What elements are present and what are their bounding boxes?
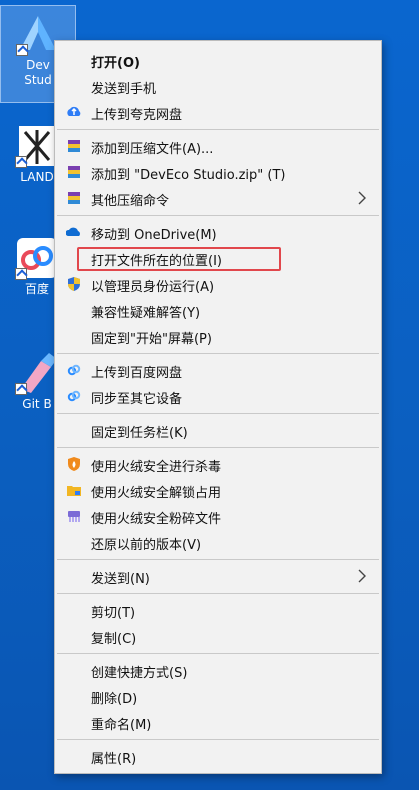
menu-item-move-to-onedrive[interactable]: 移动到 OneDrive(M) <box>55 219 381 245</box>
menu-item-huorong-shred[interactable]: 使用火绒安全粉碎文件 <box>55 503 381 529</box>
winrar-icon <box>66 138 82 154</box>
uac-shield-icon <box>66 276 82 292</box>
menu-separator <box>57 739 379 740</box>
menu-item-upload-quark[interactable]: 上传到夸克网盘 <box>55 99 381 125</box>
huorong-flame-icon <box>66 456 82 472</box>
menu-item-label: 打开(O) <box>91 56 140 71</box>
menu-item-delete[interactable]: 删除(D) <box>55 683 381 709</box>
annotation-highlight-box <box>77 247 281 271</box>
menu-separator <box>57 215 379 216</box>
menu-item-label: 使用火绒安全解锁占用 <box>91 486 222 501</box>
menu-item-label: 还原以前的版本(V) <box>91 538 202 553</box>
shortcut-arrow-icon <box>15 383 27 395</box>
desktop: Dev Stud LAND 百度 Git B 打开(O) 发送到手机 上传到夸克… <box>0 0 419 790</box>
menu-item-upload-baidu[interactable]: 上传到百度网盘 <box>55 357 381 383</box>
git-bash-icon <box>15 351 59 395</box>
menu-separator <box>57 447 379 448</box>
winrar-icon <box>66 164 82 180</box>
menu-item-label: 创建快捷方式(S) <box>91 666 188 681</box>
land-icon <box>15 124 59 168</box>
menu-separator <box>57 593 379 594</box>
menu-item-add-to-archive[interactable]: 添加到压缩文件(A)... <box>55 133 381 159</box>
menu-item-pin-to-start[interactable]: 固定到"开始"屏幕(P) <box>55 323 381 349</box>
menu-item-compatibility-troubleshoot[interactable]: 兼容性疑难解答(Y) <box>55 297 381 323</box>
menu-item-label: 上传到夸克网盘 <box>91 108 183 123</box>
menu-separator <box>57 559 379 560</box>
menu-item-label: 使用火绒安全进行杀毒 <box>91 460 222 475</box>
menu-separator <box>57 653 379 654</box>
menu-separator <box>57 353 379 354</box>
shortcut-arrow-icon <box>15 156 27 168</box>
menu-separator <box>57 413 379 414</box>
menu-item-send-to-phone[interactable]: 发送到手机 <box>55 73 381 99</box>
menu-item-label: 剪切(T) <box>91 606 136 621</box>
menu-item-create-shortcut[interactable]: 创建快捷方式(S) <box>55 657 381 683</box>
menu-item-label: 重命名(M) <box>91 718 152 733</box>
menu-item-rename[interactable]: 重命名(M) <box>55 709 381 735</box>
shortcut-arrow-icon <box>15 268 27 280</box>
context-menu: 打开(O) 发送到手机 上传到夸克网盘 添加到压缩文件(A)... 添加到 "D… <box>54 40 382 774</box>
menu-item-label: 添加到压缩文件(A)... <box>91 142 214 157</box>
menu-item-label: 同步至其它设备 <box>91 392 183 407</box>
baidu-netdisk-icon <box>66 388 82 404</box>
menu-item-label: 复制(C) <box>91 632 137 647</box>
menu-item-copy[interactable]: 复制(C) <box>55 623 381 649</box>
menu-item-sync-to-device[interactable]: 同步至其它设备 <box>55 383 381 409</box>
shortcut-arrow-icon <box>16 44 28 56</box>
menu-item-label: 发送到手机 <box>91 82 157 97</box>
shredder-icon <box>66 508 82 524</box>
menu-item-label: 其他压缩命令 <box>91 194 170 209</box>
chevron-right-icon <box>355 190 369 206</box>
menu-item-open[interactable]: 打开(O) <box>55 47 381 73</box>
menu-item-other-archive-commands[interactable]: 其他压缩命令 <box>55 185 381 211</box>
menu-item-label: 上传到百度网盘 <box>91 366 183 381</box>
menu-item-label: 以管理员身份运行(A) <box>91 280 215 295</box>
menu-item-add-to-zip[interactable]: 添加到 "DevEco Studio.zip" (T) <box>55 159 381 185</box>
menu-item-label: 发送到(N) <box>91 572 150 587</box>
menu-item-label: 固定到"开始"屏幕(P) <box>91 332 212 347</box>
menu-item-cut[interactable]: 剪切(T) <box>55 597 381 623</box>
menu-item-label: 兼容性疑难解答(Y) <box>91 306 201 321</box>
menu-item-label: 属性(R) <box>91 752 137 767</box>
folder-lock-icon <box>66 482 82 498</box>
menu-item-label: 添加到 "DevEco Studio.zip" (T) <box>91 168 286 183</box>
menu-item-huorong-unlock[interactable]: 使用火绒安全解锁占用 <box>55 477 381 503</box>
menu-item-pin-to-taskbar[interactable]: 固定到任务栏(K) <box>55 417 381 443</box>
menu-item-label: 使用火绒安全粉碎文件 <box>91 512 222 527</box>
menu-item-run-as-admin[interactable]: 以管理员身份运行(A) <box>55 271 381 297</box>
menu-separator <box>57 129 379 130</box>
menu-item-label: 移动到 OneDrive(M) <box>91 228 217 243</box>
winrar-icon <box>66 190 82 206</box>
quark-cloud-icon <box>66 104 82 120</box>
baidu-netdisk-icon <box>66 362 82 378</box>
menu-item-label: 删除(D) <box>91 692 138 707</box>
menu-item-huorong-scan[interactable]: 使用火绒安全进行杀毒 <box>55 451 381 477</box>
onedrive-cloud-icon <box>65 224 82 240</box>
menu-item-send-to[interactable]: 发送到(N) <box>55 563 381 589</box>
menu-item-restore-previous[interactable]: 还原以前的版本(V) <box>55 529 381 555</box>
chevron-right-icon <box>355 568 369 584</box>
menu-item-properties[interactable]: 属性(R) <box>55 743 381 769</box>
baidu-netdisk-icon <box>15 236 59 280</box>
menu-item-label: 固定到任务栏(K) <box>91 426 188 441</box>
